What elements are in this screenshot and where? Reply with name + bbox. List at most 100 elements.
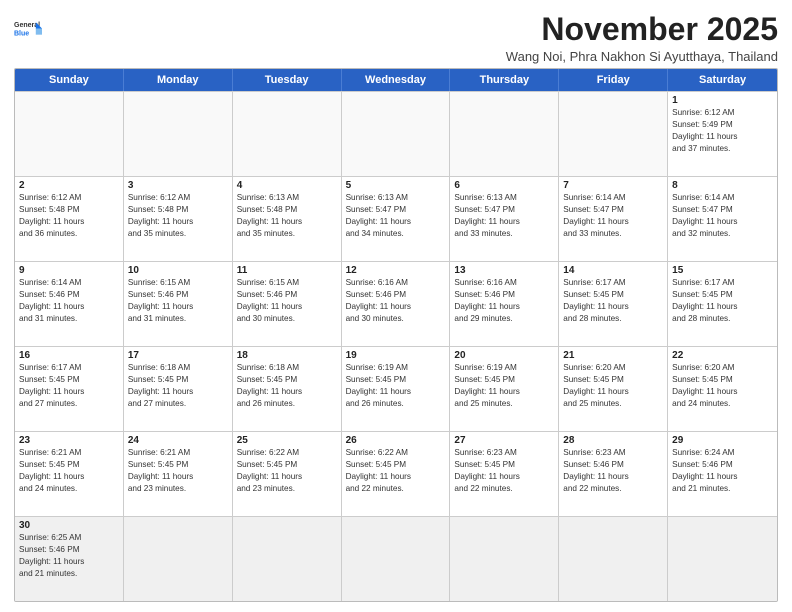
calendar-cell-empty xyxy=(342,517,451,601)
cell-day-number: 13 xyxy=(454,265,554,276)
cell-info: Sunrise: 6:22 AM Sunset: 5:45 PM Dayligh… xyxy=(346,447,446,495)
calendar-cell-empty xyxy=(233,92,342,176)
cell-day-number: 23 xyxy=(19,435,119,446)
cell-info: Sunrise: 6:12 AM Sunset: 5:48 PM Dayligh… xyxy=(19,192,119,240)
cell-day-number: 3 xyxy=(128,180,228,191)
calendar-cell-empty xyxy=(124,92,233,176)
cell-info: Sunrise: 6:13 AM Sunset: 5:47 PM Dayligh… xyxy=(346,192,446,240)
cell-info: Sunrise: 6:14 AM Sunset: 5:47 PM Dayligh… xyxy=(672,192,773,240)
cell-day-number: 5 xyxy=(346,180,446,191)
calendar-cell-28: 28Sunrise: 6:23 AM Sunset: 5:46 PM Dayli… xyxy=(559,432,668,516)
day-header: Monday xyxy=(124,69,233,91)
calendar-cell-22: 22Sunrise: 6:20 AM Sunset: 5:45 PM Dayli… xyxy=(668,347,777,431)
calendar: SundayMondayTuesdayWednesdayThursdayFrid… xyxy=(14,68,778,602)
cell-day-number: 10 xyxy=(128,265,228,276)
page: General Blue November 2025 Wang Noi, Phr… xyxy=(0,0,792,612)
header: General Blue November 2025 Wang Noi, Phr… xyxy=(14,12,778,64)
cell-day-number: 2 xyxy=(19,180,119,191)
calendar-cell-empty xyxy=(450,92,559,176)
cell-day-number: 4 xyxy=(237,180,337,191)
month-title: November 2025 xyxy=(114,12,778,47)
calendar-cell-15: 15Sunrise: 6:17 AM Sunset: 5:45 PM Dayli… xyxy=(668,262,777,346)
calendar-cell-9: 9Sunrise: 6:14 AM Sunset: 5:46 PM Daylig… xyxy=(15,262,124,346)
calendar-cell-30: 30Sunrise: 6:25 AM Sunset: 5:46 PM Dayli… xyxy=(15,517,124,601)
calendar-cell-empty xyxy=(668,517,777,601)
svg-text:Blue: Blue xyxy=(14,30,29,37)
cell-day-number: 30 xyxy=(19,520,119,531)
calendar-cell-empty xyxy=(342,92,451,176)
cell-info: Sunrise: 6:13 AM Sunset: 5:48 PM Dayligh… xyxy=(237,192,337,240)
cell-day-number: 19 xyxy=(346,350,446,361)
cell-day-number: 22 xyxy=(672,350,773,361)
cell-day-number: 29 xyxy=(672,435,773,446)
cell-day-number: 17 xyxy=(128,350,228,361)
calendar-row: 1Sunrise: 6:12 AM Sunset: 5:49 PM Daylig… xyxy=(15,91,777,176)
cell-day-number: 27 xyxy=(454,435,554,446)
cell-info: Sunrise: 6:12 AM Sunset: 5:49 PM Dayligh… xyxy=(672,107,773,155)
calendar-cell-20: 20Sunrise: 6:19 AM Sunset: 5:45 PM Dayli… xyxy=(450,347,559,431)
logo-icon: General Blue xyxy=(14,16,42,44)
calendar-cell-24: 24Sunrise: 6:21 AM Sunset: 5:45 PM Dayli… xyxy=(124,432,233,516)
day-header: Sunday xyxy=(15,69,124,91)
cell-info: Sunrise: 6:24 AM Sunset: 5:46 PM Dayligh… xyxy=(672,447,773,495)
title-area: November 2025 Wang Noi, Phra Nakhon Si A… xyxy=(114,12,778,64)
calendar-cell-8: 8Sunrise: 6:14 AM Sunset: 5:47 PM Daylig… xyxy=(668,177,777,261)
calendar-cell-4: 4Sunrise: 6:13 AM Sunset: 5:48 PM Daylig… xyxy=(233,177,342,261)
day-header: Wednesday xyxy=(342,69,451,91)
calendar-cell-26: 26Sunrise: 6:22 AM Sunset: 5:45 PM Dayli… xyxy=(342,432,451,516)
cell-day-number: 15 xyxy=(672,265,773,276)
calendar-cell-29: 29Sunrise: 6:24 AM Sunset: 5:46 PM Dayli… xyxy=(668,432,777,516)
cell-info: Sunrise: 6:22 AM Sunset: 5:45 PM Dayligh… xyxy=(237,447,337,495)
calendar-cell-empty xyxy=(559,92,668,176)
cell-info: Sunrise: 6:18 AM Sunset: 5:45 PM Dayligh… xyxy=(128,362,228,410)
calendar-cell-empty xyxy=(559,517,668,601)
calendar-cell-16: 16Sunrise: 6:17 AM Sunset: 5:45 PM Dayli… xyxy=(15,347,124,431)
calendar-cell-6: 6Sunrise: 6:13 AM Sunset: 5:47 PM Daylig… xyxy=(450,177,559,261)
cell-info: Sunrise: 6:21 AM Sunset: 5:45 PM Dayligh… xyxy=(19,447,119,495)
calendar-cell-empty xyxy=(450,517,559,601)
cell-info: Sunrise: 6:14 AM Sunset: 5:47 PM Dayligh… xyxy=(563,192,663,240)
calendar-cell-2: 2Sunrise: 6:12 AM Sunset: 5:48 PM Daylig… xyxy=(15,177,124,261)
cell-info: Sunrise: 6:15 AM Sunset: 5:46 PM Dayligh… xyxy=(128,277,228,325)
calendar-cell-17: 17Sunrise: 6:18 AM Sunset: 5:45 PM Dayli… xyxy=(124,347,233,431)
cell-day-number: 9 xyxy=(19,265,119,276)
cell-info: Sunrise: 6:17 AM Sunset: 5:45 PM Dayligh… xyxy=(19,362,119,410)
calendar-cell-1: 1Sunrise: 6:12 AM Sunset: 5:49 PM Daylig… xyxy=(668,92,777,176)
cell-day-number: 8 xyxy=(672,180,773,191)
cell-info: Sunrise: 6:23 AM Sunset: 5:46 PM Dayligh… xyxy=(563,447,663,495)
calendar-grid: 1Sunrise: 6:12 AM Sunset: 5:49 PM Daylig… xyxy=(15,91,777,601)
cell-info: Sunrise: 6:15 AM Sunset: 5:46 PM Dayligh… xyxy=(237,277,337,325)
day-header: Saturday xyxy=(668,69,777,91)
cell-day-number: 28 xyxy=(563,435,663,446)
calendar-cell-19: 19Sunrise: 6:19 AM Sunset: 5:45 PM Dayli… xyxy=(342,347,451,431)
cell-info: Sunrise: 6:19 AM Sunset: 5:45 PM Dayligh… xyxy=(454,362,554,410)
calendar-cell-27: 27Sunrise: 6:23 AM Sunset: 5:45 PM Dayli… xyxy=(450,432,559,516)
calendar-row: 9Sunrise: 6:14 AM Sunset: 5:46 PM Daylig… xyxy=(15,261,777,346)
calendar-row: 30Sunrise: 6:25 AM Sunset: 5:46 PM Dayli… xyxy=(15,516,777,601)
day-header: Tuesday xyxy=(233,69,342,91)
cell-day-number: 12 xyxy=(346,265,446,276)
cell-info: Sunrise: 6:14 AM Sunset: 5:46 PM Dayligh… xyxy=(19,277,119,325)
cell-day-number: 16 xyxy=(19,350,119,361)
cell-info: Sunrise: 6:16 AM Sunset: 5:46 PM Dayligh… xyxy=(454,277,554,325)
calendar-cell-empty xyxy=(124,517,233,601)
cell-day-number: 1 xyxy=(672,95,773,106)
calendar-cell-25: 25Sunrise: 6:22 AM Sunset: 5:45 PM Dayli… xyxy=(233,432,342,516)
calendar-cell-13: 13Sunrise: 6:16 AM Sunset: 5:46 PM Dayli… xyxy=(450,262,559,346)
cell-day-number: 26 xyxy=(346,435,446,446)
cell-info: Sunrise: 6:25 AM Sunset: 5:46 PM Dayligh… xyxy=(19,532,119,580)
cell-info: Sunrise: 6:19 AM Sunset: 5:45 PM Dayligh… xyxy=(346,362,446,410)
cell-info: Sunrise: 6:16 AM Sunset: 5:46 PM Dayligh… xyxy=(346,277,446,325)
cell-info: Sunrise: 6:20 AM Sunset: 5:45 PM Dayligh… xyxy=(672,362,773,410)
calendar-cell-12: 12Sunrise: 6:16 AM Sunset: 5:46 PM Dayli… xyxy=(342,262,451,346)
calendar-cell-18: 18Sunrise: 6:18 AM Sunset: 5:45 PM Dayli… xyxy=(233,347,342,431)
calendar-cell-empty xyxy=(233,517,342,601)
day-header: Friday xyxy=(559,69,668,91)
calendar-row: 23Sunrise: 6:21 AM Sunset: 5:45 PM Dayli… xyxy=(15,431,777,516)
cell-day-number: 25 xyxy=(237,435,337,446)
cell-day-number: 11 xyxy=(237,265,337,276)
day-header: Thursday xyxy=(450,69,559,91)
cell-day-number: 20 xyxy=(454,350,554,361)
cell-day-number: 14 xyxy=(563,265,663,276)
calendar-cell-5: 5Sunrise: 6:13 AM Sunset: 5:47 PM Daylig… xyxy=(342,177,451,261)
